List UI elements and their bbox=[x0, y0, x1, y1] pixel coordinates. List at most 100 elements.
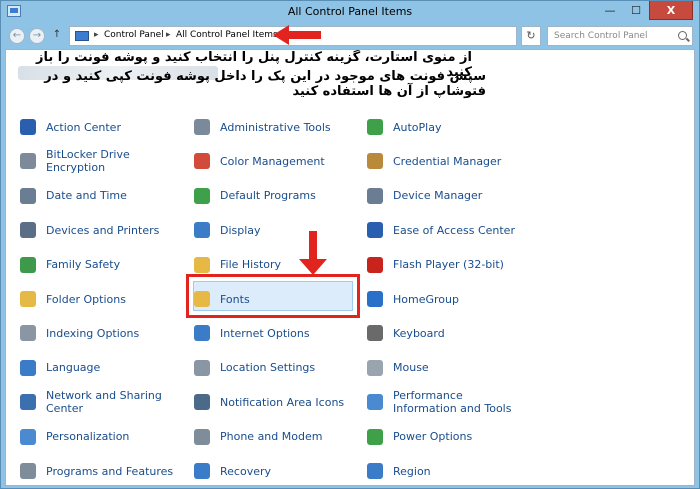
item-label: Display bbox=[220, 223, 261, 237]
item-display[interactable]: Display bbox=[192, 217, 261, 243]
item-phone[interactable]: Phone and Modem bbox=[192, 424, 322, 450]
refresh-button[interactable]: ↻ bbox=[521, 26, 541, 46]
back-button[interactable]: ← bbox=[9, 28, 25, 44]
item-flag[interactable]: Action Center bbox=[18, 114, 121, 140]
breadcrumb-all-items[interactable]: All Control Panel Items bbox=[176, 30, 278, 40]
breadcrumb-control-panel[interactable]: Control Panel bbox=[104, 30, 164, 40]
clock-icon-shape bbox=[20, 187, 36, 204]
item-label: Internet Options bbox=[220, 326, 310, 340]
item-folder[interactable]: Folder Options bbox=[18, 286, 126, 312]
item-network[interactable]: Network and Sharing Center bbox=[18, 389, 166, 415]
credential-icon-shape bbox=[367, 153, 383, 170]
recovery-icon bbox=[192, 461, 212, 481]
window-buttons: — ☐ X bbox=[597, 1, 693, 21]
item-admin-tools[interactable]: Administrative Tools bbox=[192, 114, 331, 140]
item-notification[interactable]: Notification Area Icons bbox=[192, 389, 344, 415]
item-globe-language[interactable]: Language bbox=[18, 355, 100, 381]
item-label: Recovery bbox=[220, 464, 272, 478]
forward-button[interactable]: → bbox=[29, 28, 45, 44]
printer-icon bbox=[18, 220, 38, 240]
address-row: ← → ↑ ▸ Control Panel ▸ All Control Pane… bbox=[5, 25, 695, 47]
item-family[interactable]: Family Safety bbox=[18, 252, 120, 278]
item-printer[interactable]: Devices and Printers bbox=[18, 217, 159, 243]
network-icon-shape bbox=[20, 394, 36, 411]
instruction-line-2: سپس فونت های موجود در این پک را داخل پوش… bbox=[44, 69, 486, 99]
notification-icon bbox=[192, 392, 212, 412]
item-color[interactable]: Color Management bbox=[192, 148, 325, 174]
folder-icon bbox=[18, 289, 38, 309]
item-label: Date and Time bbox=[46, 189, 127, 203]
item-ease-access[interactable]: Ease of Access Center bbox=[365, 217, 515, 243]
item-performance[interactable]: Performance Information and Tools bbox=[365, 389, 513, 415]
item-monitor-paint[interactable]: Personalization bbox=[18, 424, 129, 450]
maximize-button[interactable]: ☐ bbox=[623, 1, 649, 20]
item-label: Indexing Options bbox=[46, 326, 140, 340]
title-bar[interactable]: All Control Panel Items — ☐ X bbox=[1, 1, 699, 23]
phone-icon-shape bbox=[194, 428, 210, 445]
item-location[interactable]: Location Settings bbox=[192, 355, 315, 381]
drive-lock-icon bbox=[18, 151, 38, 171]
item-label: Family Safety bbox=[46, 258, 121, 272]
item-label: Administrative Tools bbox=[220, 120, 331, 134]
keyboard-icon-shape bbox=[367, 325, 383, 342]
location-icon bbox=[192, 358, 212, 378]
window-title: All Control Panel Items bbox=[287, 5, 413, 18]
file-history-icon-shape bbox=[194, 256, 210, 273]
item-region-globe[interactable]: Region bbox=[365, 458, 431, 484]
crumb-separator: ▸ bbox=[94, 30, 99, 40]
item-internet[interactable]: Internet Options bbox=[192, 320, 310, 346]
minimize-button[interactable]: — bbox=[597, 1, 623, 20]
programs-icon-shape bbox=[20, 463, 36, 479]
search-input[interactable]: Search Control Panel bbox=[547, 26, 693, 46]
flash-icon bbox=[365, 255, 385, 275]
folder-icon-shape bbox=[20, 291, 36, 307]
down-arrow-annotation bbox=[299, 231, 327, 275]
item-label: Flash Player (32-bit) bbox=[393, 258, 504, 272]
internet-icon bbox=[192, 323, 212, 343]
close-button[interactable]: X bbox=[649, 1, 693, 20]
item-homegroup[interactable]: HomeGroup bbox=[365, 286, 459, 312]
item-label: Default Programs bbox=[220, 189, 316, 203]
item-label: BitLocker Drive Encryption bbox=[46, 148, 130, 175]
device-manager-icon bbox=[365, 186, 385, 206]
item-default-programs[interactable]: Default Programs bbox=[192, 183, 316, 209]
admin-tools-icon-shape bbox=[194, 119, 210, 135]
family-icon-shape bbox=[20, 256, 36, 273]
color-icon bbox=[192, 151, 212, 171]
magnifier-icon bbox=[18, 323, 38, 343]
display-icon bbox=[192, 220, 212, 240]
item-label: Mouse bbox=[393, 361, 429, 375]
item-drive-lock[interactable]: BitLocker Drive Encryption bbox=[18, 148, 166, 174]
item-mouse[interactable]: Mouse bbox=[365, 355, 429, 381]
item-file-history[interactable]: File History bbox=[192, 252, 281, 278]
homegroup-icon-shape bbox=[367, 291, 383, 307]
item-magnifier[interactable]: Indexing Options bbox=[18, 320, 139, 346]
item-label: Color Management bbox=[220, 154, 325, 168]
up-button[interactable]: ↑ bbox=[49, 28, 65, 44]
item-flash[interactable]: Flash Player (32-bit) bbox=[365, 252, 504, 278]
items-content: از منوی استارت، گزینه کنترل پنل را انتخا… bbox=[5, 49, 695, 486]
performance-icon-shape bbox=[367, 394, 383, 411]
clock-icon bbox=[18, 186, 38, 206]
item-label: HomeGroup bbox=[393, 292, 459, 306]
item-label: Phone and Modem bbox=[220, 430, 323, 444]
control-panel-window: All Control Panel Items — ☐ X ← → ↑ ▸ Co… bbox=[0, 0, 700, 489]
network-icon bbox=[18, 392, 38, 412]
default-programs-icon bbox=[192, 186, 212, 206]
item-font-folder[interactable]: Fonts bbox=[192, 286, 250, 312]
power-icon-shape bbox=[367, 428, 383, 445]
item-clock[interactable]: Date and Time bbox=[18, 183, 127, 209]
item-programs[interactable]: Programs and Features bbox=[18, 458, 173, 484]
item-recovery[interactable]: Recovery bbox=[192, 458, 271, 484]
globe-language-icon bbox=[18, 358, 38, 378]
globe-language-icon-shape bbox=[20, 359, 36, 376]
item-power[interactable]: Power Options bbox=[365, 424, 472, 450]
item-label: Folder Options bbox=[46, 292, 126, 306]
internet-icon-shape bbox=[194, 325, 210, 342]
default-programs-icon-shape bbox=[194, 187, 210, 204]
item-credential[interactable]: Credential Manager bbox=[365, 148, 501, 174]
item-label: Action Center bbox=[46, 120, 121, 134]
item-device-manager[interactable]: Device Manager bbox=[365, 183, 482, 209]
item-autoplay[interactable]: AutoPlay bbox=[365, 114, 441, 140]
item-keyboard[interactable]: Keyboard bbox=[365, 320, 445, 346]
